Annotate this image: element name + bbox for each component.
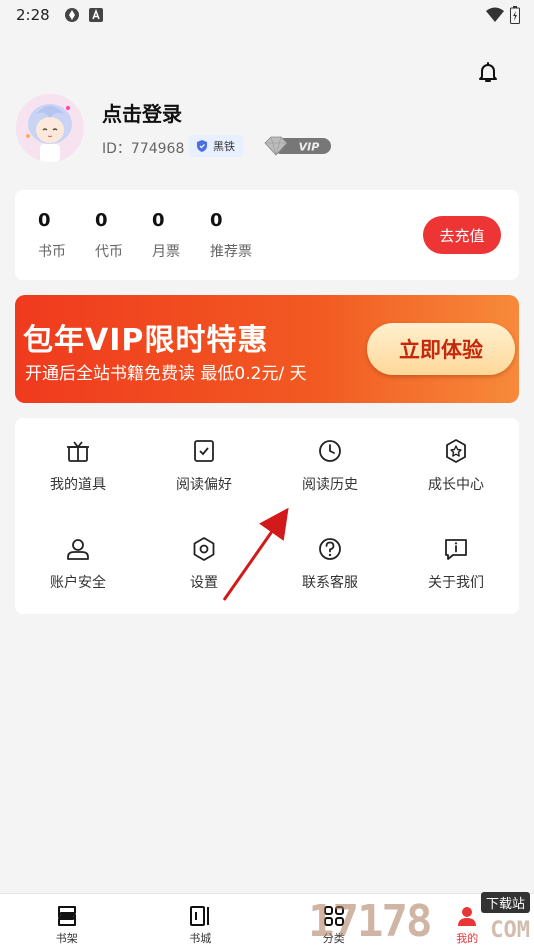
tab-categories[interactable]: 分类	[267, 894, 401, 950]
login-prompt[interactable]: 点击登录	[102, 98, 182, 127]
tab-bookshelf[interactable]: 书架	[0, 894, 134, 950]
menu-item-reading-history[interactable]: 阅读历史	[267, 418, 393, 508]
menu-label: 阅读偏好	[176, 477, 232, 493]
wallet-label: 书币	[38, 244, 66, 260]
avatar[interactable]	[16, 94, 84, 162]
try-now-button[interactable]: 立即体验	[367, 323, 515, 375]
wallet-tokens[interactable]: 0 代币	[95, 210, 123, 261]
menu-item-customer-service[interactable]: 联系客服	[267, 516, 393, 606]
menu-item-my-props[interactable]: 我的道具	[15, 418, 141, 508]
status-right	[486, 6, 520, 24]
menu-item-settings[interactable]: 设置	[141, 516, 267, 606]
wallet-card: 0 书币 0 代币 0 月票 0 推荐票 去充值	[15, 190, 519, 280]
profile-icon	[458, 907, 477, 926]
wallet-label: 代币	[95, 244, 123, 260]
wallet-value: 0	[152, 210, 165, 231]
menu-item-account-security[interactable]: 账户安全	[15, 516, 141, 606]
gift-box-icon	[67, 441, 89, 462]
info-icon	[445, 539, 467, 560]
profile-header: 点击登录 ID：774968 黑铁 VIP	[16, 94, 496, 164]
user-icon	[67, 539, 89, 560]
app-notification-icon	[64, 8, 79, 22]
book-store-icon	[190, 906, 210, 926]
wallet-value: 0	[210, 210, 223, 231]
wallet-book-coins[interactable]: 0 书币	[38, 210, 66, 261]
status-bar: 2:28	[0, 0, 534, 30]
vip-badge-label: VIP	[299, 141, 320, 154]
wifi-icon	[486, 7, 504, 22]
wallet-value: 0	[95, 210, 108, 231]
level-badge: 黑铁	[189, 135, 243, 157]
tab-label: 书架	[55, 932, 78, 945]
tab-label: 分类	[322, 932, 345, 945]
menu-label: 阅读历史	[302, 477, 358, 493]
menu-label: 联系客服	[302, 575, 358, 591]
gear-icon	[193, 537, 215, 561]
notification-bell-icon[interactable]	[476, 60, 500, 84]
menu-item-about-us[interactable]: 关于我们	[393, 516, 519, 606]
wallet-value: 0	[38, 210, 51, 231]
avatar-image	[16, 94, 84, 162]
menu-label: 成长中心	[428, 477, 484, 493]
menu-item-growth-center[interactable]: 成长中心	[393, 418, 519, 508]
clock-icon	[319, 440, 341, 462]
question-icon	[319, 538, 341, 560]
banner-title: 包年VIP限时特惠	[23, 323, 269, 358]
tab-mine[interactable]: 我的	[401, 894, 534, 950]
status-time: 2:28	[16, 6, 50, 24]
menu-label: 设置	[190, 575, 218, 591]
menu-item-reading-preferences[interactable]: 阅读偏好	[141, 418, 267, 508]
tab-bookstore[interactable]: 书城	[134, 894, 268, 950]
banner-subtitle: 开通后全站书籍免费读 最低0.2元/ 天	[25, 364, 307, 384]
wallet-label: 推荐票	[210, 244, 252, 260]
tab-label: 我的	[456, 932, 479, 945]
tab-label: 书城	[189, 932, 212, 945]
wallet-label: 月票	[152, 244, 180, 260]
menu-label: 账户安全	[50, 575, 106, 591]
bookshelf-icon	[57, 906, 76, 926]
wallet-monthly-tickets[interactable]: 0 月票	[152, 210, 180, 261]
recharge-button[interactable]: 去充值	[423, 216, 501, 254]
shield-icon	[197, 140, 207, 152]
battery-icon	[510, 6, 520, 24]
level-badge-label: 黑铁	[213, 140, 235, 153]
user-id: ID：774968	[102, 141, 185, 157]
bottom-tab-bar: 书架 书城 分类 我的	[0, 893, 534, 950]
menu-label: 关于我们	[428, 575, 484, 591]
menu-label: 我的道具	[50, 477, 106, 493]
star-badge-icon	[446, 439, 466, 463]
preference-check-icon	[194, 440, 214, 462]
app-a-icon	[88, 8, 103, 22]
vip-diamond-badge: VIP	[264, 136, 331, 157]
wallet-recommend-tickets[interactable]: 0 推荐票	[210, 210, 252, 261]
category-grid-icon	[323, 906, 344, 926]
vip-promo-banner[interactable]: 包年VIP限时特惠 开通后全站书籍免费读 最低0.2元/ 天 立即体验	[15, 295, 519, 403]
feature-menu: 我的道具 阅读偏好 阅读历史 成长中心 账户安全 设置 联系客服 关于我们	[15, 418, 519, 614]
